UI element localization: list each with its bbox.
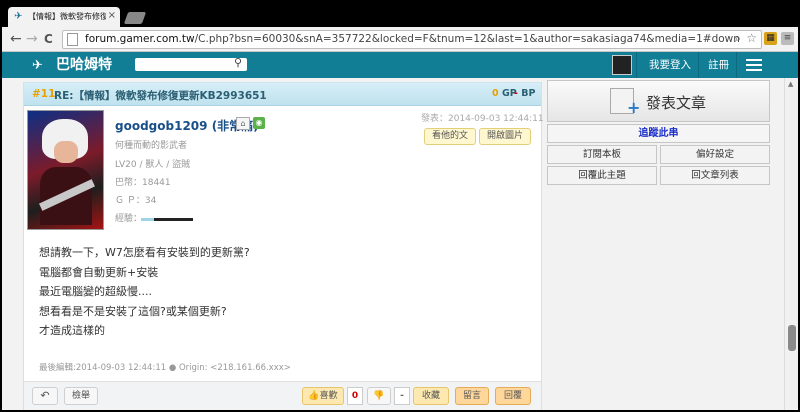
rss-icon[interactable]: ◉ xyxy=(253,117,265,129)
header-divider xyxy=(636,52,637,78)
site-header: ✈ 巴哈姆特 ⚲ 我要登入 註冊 xyxy=(2,52,798,78)
browser-window: ✈ 【情報】微軟發布修復更新 × ← → C forum.gamer.com.t… xyxy=(2,3,798,410)
bp-count: - xyxy=(514,88,518,99)
bp-label: BP xyxy=(521,88,536,99)
dislike-button[interactable]: 👎 xyxy=(367,387,391,405)
comment-button[interactable]: 留言 xyxy=(455,387,489,405)
post-floor: #11 xyxy=(32,88,56,100)
post-body: 想請教一下，W7怎麼看有安裝到的更新黨? 電腦都會自動更新+安裝 最近電腦變的超… xyxy=(39,243,250,341)
logo-dragon-icon: ✈ xyxy=(32,58,43,73)
url-host: forum.gamer.com.tw xyxy=(85,33,195,45)
post-actions: ↶ 檢舉 👍喜歡 0 👎 - 收藏 留言 回覆 xyxy=(24,381,541,410)
undo-icon[interactable]: ↶ xyxy=(32,387,58,405)
post-body-line: 才造成這樣的 xyxy=(39,324,105,337)
new-tab-button[interactable] xyxy=(123,12,147,24)
header-divider xyxy=(698,52,699,78)
header-divider xyxy=(736,52,737,78)
address-bar[interactable]: forum.gamer.com.tw/C.php?bsn=60030&snA=3… xyxy=(62,30,762,49)
search-input[interactable]: ⚲ xyxy=(135,56,247,71)
preferences-button[interactable]: 偏好設定 xyxy=(660,145,770,164)
tab-active[interactable]: ✈ 【情報】微軟發布修復更新 × xyxy=(8,7,120,27)
bookmark-star-icon[interactable]: ☆ xyxy=(746,31,757,45)
post-body-line: 想請教一下，W7怎麼看有安裝到的更新黨? xyxy=(39,246,250,259)
zoom-icon[interactable]: ⌕ xyxy=(735,32,741,46)
post-time: 發表：2014-09-03 12:44:11 xyxy=(421,114,544,124)
author-avatar[interactable] xyxy=(27,110,104,230)
bp-counter[interactable]: - BP xyxy=(514,88,535,99)
site-logo[interactable]: ✈ 巴哈姆特 xyxy=(32,55,112,75)
page-content: #11 RE:【情報】微軟發布修復更新KB2993651 0 GP - BP g… xyxy=(2,78,784,410)
url-text[interactable]: forum.gamer.com.tw/C.php?bsn=60030&snA=3… xyxy=(85,33,740,46)
search-icon[interactable]: ⚲ xyxy=(234,56,242,69)
back-to-list-button[interactable]: 回文章列表 xyxy=(660,166,770,185)
tab-close-icon[interactable]: × xyxy=(108,10,116,22)
home-icon[interactable]: ⌂ xyxy=(236,117,250,130)
chrome-menu-icon[interactable]: ≡ xyxy=(781,32,794,45)
post-subject: RE:【情報】微軟發布修復更新KB2993651 xyxy=(54,90,267,102)
exp-bar-fill xyxy=(141,218,154,221)
page-icon xyxy=(67,33,78,46)
forum-post: #11 RE:【情報】微軟發布修復更新KB2993651 0 GP - BP g… xyxy=(23,82,544,410)
scrollbar-thumb[interactable] xyxy=(788,325,796,351)
like-label: 喜歡 xyxy=(319,391,338,401)
bahamut-favicon-icon: ✈ xyxy=(14,11,23,22)
hamburger-menu-icon[interactable] xyxy=(746,59,762,71)
register-link[interactable]: 註冊 xyxy=(708,58,729,72)
exp-bar xyxy=(141,218,193,221)
page-scrollbar[interactable]: ▲ xyxy=(784,78,798,410)
view-posts-button[interactable]: 看他的文 xyxy=(424,128,476,145)
track-thread-button[interactable]: 追蹤此串 xyxy=(547,124,770,143)
user-avatar[interactable] xyxy=(612,55,632,75)
tab-title: 【情報】微軟發布修復更新 xyxy=(28,12,106,21)
open-images-button[interactable]: 開啟圖片 xyxy=(479,128,531,145)
extension-icon[interactable]: ▦ xyxy=(764,32,777,45)
login-link[interactable]: 我要登入 xyxy=(649,58,691,72)
back-button[interactable]: ← xyxy=(10,31,22,47)
dislike-count: - xyxy=(394,387,410,405)
post-header: #11 RE:【情報】微軟發布修復更新KB2993651 0 GP - BP xyxy=(24,83,541,106)
scroll-up-icon[interactable]: ▲ xyxy=(788,80,793,88)
author-gp: Ｇ Ｐ：34 xyxy=(115,196,157,206)
tab-strip: ✈ 【情報】微軟發布修復更新 × xyxy=(2,3,798,27)
author-username[interactable]: goodgob1209 xyxy=(115,119,208,133)
last-edit-info: 最後編輯:2014-09-03 12:44:11 ● Origin: <218.… xyxy=(39,363,291,373)
thumbs-down-icon: 👎 xyxy=(373,391,385,401)
author-title: 何種而動的影武者 xyxy=(115,141,188,151)
collect-button[interactable]: 收藏 xyxy=(413,387,449,405)
author-exp-label: 經驗： xyxy=(115,214,143,224)
author-coins: 巴幣：18441 xyxy=(115,178,171,188)
report-button[interactable]: 檢舉 xyxy=(64,387,98,405)
reload-button[interactable]: C xyxy=(44,31,53,47)
author-level: LV20 / 獸人 / 盜賊 xyxy=(115,160,191,170)
post-body-line: 電腦都會自動更新+安裝 xyxy=(39,265,159,279)
post-body-line: 最近電腦變的超級慢.... xyxy=(39,285,152,298)
logo-text: 巴哈姆特 xyxy=(56,57,112,73)
publish-post-button[interactable]: + 發表文章 xyxy=(547,80,770,122)
gp-counter[interactable]: 0 GP xyxy=(492,88,517,99)
forward-button[interactable]: → xyxy=(26,31,38,47)
publish-label: 發表文章 xyxy=(646,94,707,112)
browser-toolbar: ← → C forum.gamer.com.tw/C.php?bsn=60030… xyxy=(2,27,798,52)
gp-count: 0 xyxy=(492,88,499,99)
reply-topic-button[interactable]: 回覆此主題 xyxy=(547,166,657,185)
avatar-face xyxy=(54,141,78,163)
thumbs-up-icon: 👍 xyxy=(308,391,320,401)
post-body-line: 想看看是不是安裝了這個?或某個更新? xyxy=(39,304,227,318)
subscribe-board-button[interactable]: 訂閱本板 xyxy=(547,145,657,164)
url-path: /C.php?bsn=60030&snA=357722&locked=F&tnu… xyxy=(194,33,740,45)
plus-icon: + xyxy=(627,98,641,117)
reply-button[interactable]: 回覆 xyxy=(495,387,531,405)
like-button[interactable]: 👍喜歡 xyxy=(302,387,344,405)
like-count: 0 xyxy=(347,387,363,405)
